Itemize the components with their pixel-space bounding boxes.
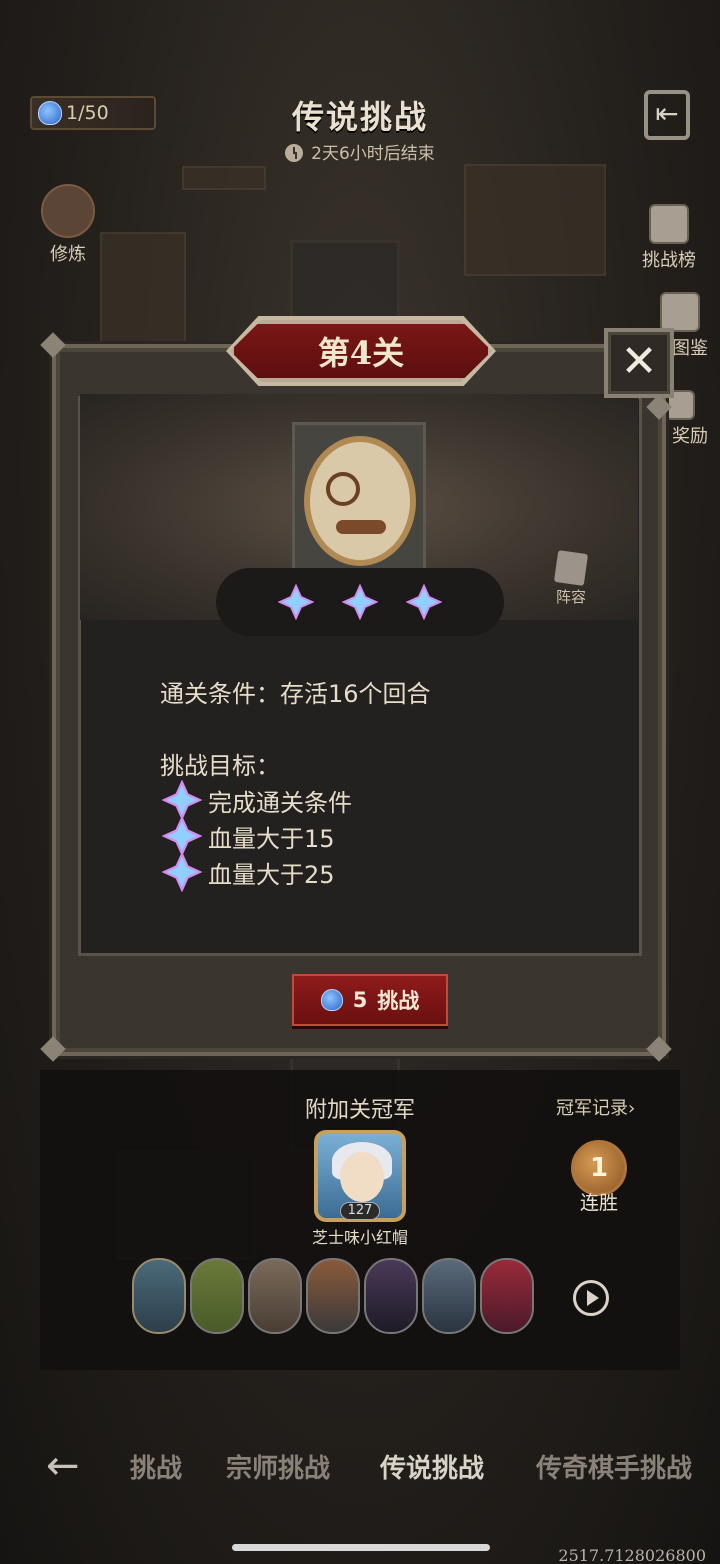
reward-label: 奖励 — [672, 426, 708, 447]
leaderboard-label: 挑战榜 — [642, 250, 696, 271]
champion-name: 芝士味小红帽 — [311, 1228, 408, 1247]
mustache-icon — [336, 520, 386, 534]
streak-label: 连胜 — [579, 1192, 618, 1214]
goal-text: 血量大于25 — [208, 860, 335, 889]
champion-roster — [132, 1258, 534, 1334]
roster-unit-portrait[interactable] — [364, 1258, 418, 1334]
boss-portrait — [304, 436, 416, 566]
challenge-cost: 5 — [352, 988, 368, 1012]
roster-unit-portrait[interactable] — [190, 1258, 244, 1334]
challenge-label: 挑战 — [377, 989, 420, 1013]
background-poster — [464, 164, 606, 276]
win-streak: 1 连胜 — [566, 1140, 632, 1215]
leaderboard-icon — [649, 204, 689, 244]
countdown-text: 2天6小时后结束 — [311, 144, 435, 164]
codex-icon — [660, 292, 700, 332]
codex-label: 图鉴 — [672, 338, 708, 359]
train-avatar-icon — [41, 184, 95, 238]
lineup-icon — [553, 550, 589, 586]
roster-unit-portrait[interactable] — [306, 1258, 360, 1334]
monocle-icon — [326, 472, 360, 506]
goal-item: 血量大于25 — [162, 852, 335, 892]
replay-play-icon[interactable] — [573, 1280, 609, 1316]
star-icon — [405, 583, 443, 621]
level-title: 第4关 — [230, 320, 492, 382]
goal-star-icon — [162, 780, 202, 820]
tab-challenge[interactable]: 挑战 — [130, 1448, 182, 1485]
exit-button[interactable]: ⇤ — [644, 90, 690, 140]
countdown: 2天6小时后结束 — [0, 139, 720, 164]
page-title: 传说挑战 — [291, 98, 428, 136]
goal-star-icon — [162, 852, 202, 892]
goal-item: 血量大于15 — [162, 816, 335, 856]
star-rating — [216, 568, 504, 636]
home-indicator[interactable] — [232, 1544, 490, 1551]
champion-level-badge: 127 — [340, 1202, 380, 1220]
back-arrow-icon[interactable]: ← — [46, 1446, 92, 1486]
leaderboard-button[interactable]: 挑战榜 — [634, 204, 704, 272]
version-text: 2517.7128026800 — [558, 1546, 706, 1564]
roster-unit-portrait[interactable] — [132, 1258, 186, 1334]
train-label: 修炼 — [50, 244, 86, 265]
goal-text: 完成通关条件 — [208, 788, 352, 817]
goal-item: 完成通关条件 — [162, 780, 352, 820]
clock-icon — [285, 144, 304, 162]
potion-icon — [320, 989, 343, 1011]
lineup-button[interactable]: 阵容 — [553, 550, 589, 607]
roster-unit-portrait[interactable] — [248, 1258, 302, 1334]
clear-condition: 通关条件：存活16个回合 — [160, 680, 431, 708]
close-icon: ✕ — [620, 336, 658, 387]
chevron-right-icon: › — [628, 1098, 636, 1119]
champion-record-link[interactable]: 冠军记录› — [556, 1094, 635, 1120]
star-icon — [277, 583, 315, 621]
champion-record-text: 冠军记录 — [556, 1098, 628, 1119]
tab-legend-challenge[interactable]: 传说挑战 — [380, 1448, 484, 1485]
train-button[interactable]: 修炼 — [30, 184, 106, 266]
exit-icon: ⇤ — [655, 97, 679, 130]
lineup-label: 阵容 — [556, 588, 587, 606]
avatar-face — [340, 1152, 384, 1202]
star-icon — [341, 583, 379, 621]
goal-star-icon — [162, 816, 202, 856]
tab-grandmaster-challenge[interactable]: 宗师挑战 — [226, 1448, 330, 1485]
goals-title: 挑战目标： — [160, 752, 280, 780]
background-poster — [100, 232, 186, 344]
roster-unit-portrait[interactable] — [480, 1258, 534, 1334]
challenge-button[interactable]: 5 挑战 — [292, 974, 448, 1026]
roster-unit-portrait[interactable] — [422, 1258, 476, 1334]
tab-legendary-player-challenge[interactable]: 传奇棋手挑战 — [536, 1448, 692, 1485]
close-button[interactable]: ✕ — [604, 328, 674, 398]
background-poster — [182, 166, 266, 190]
goal-text: 血量大于15 — [208, 824, 335, 853]
streak-count: 1 — [589, 1153, 609, 1183]
